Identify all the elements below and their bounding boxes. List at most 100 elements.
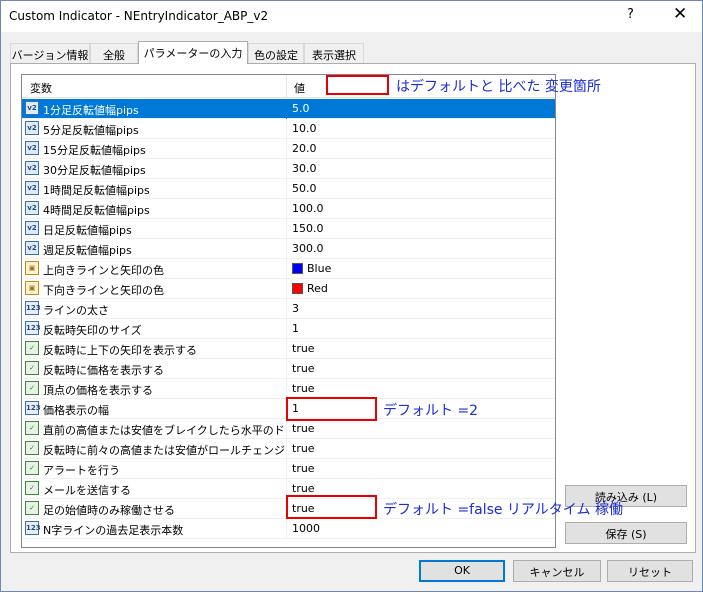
reset-button[interactable]: リセット: [607, 560, 693, 582]
table-row[interactable]: ▣ 上向きラインと矢印の色 Blue: [22, 259, 555, 279]
window-title: Custom Indicator - NEntryIndicator_ABP_v…: [9, 9, 269, 23]
variable-value[interactable]: 1: [292, 322, 552, 335]
value-text: true: [292, 382, 315, 395]
variable-value[interactable]: Red: [292, 282, 552, 295]
variable-value[interactable]: true: [292, 442, 552, 455]
column-divider: [286, 519, 287, 539]
variable-value[interactable]: 3: [292, 302, 552, 315]
variable-name: 1時間足反転値幅pips: [43, 184, 150, 197]
variable-name: 下向きラインと矢印の色: [43, 284, 164, 297]
table-row[interactable]: ▣ 下向きラインと矢印の色 Red: [22, 279, 555, 299]
column-divider: [286, 439, 287, 459]
legend-red-box: [326, 75, 389, 95]
variable-value[interactable]: true: [292, 482, 552, 495]
color-swatch: [292, 263, 303, 274]
double-type-icon: v2: [25, 221, 39, 235]
variable-value[interactable]: true: [292, 422, 552, 435]
value-text: 150.0: [292, 222, 324, 235]
boolean-type-icon: ✓: [25, 421, 39, 435]
save-button[interactable]: 保存 (S): [565, 522, 687, 544]
column-divider: [286, 419, 287, 439]
variable-name: 日足反転値幅pips: [43, 224, 132, 237]
variable-value[interactable]: 5.0: [292, 102, 552, 115]
double-type-icon: v2: [25, 201, 39, 215]
variable-value[interactable]: 20.0: [292, 142, 552, 155]
variable-value[interactable]: 30.0: [292, 162, 552, 175]
variable-name: 価格表示の幅: [43, 404, 109, 417]
value-text: Red: [307, 282, 328, 295]
variable-name: 頂点の価格を表示する: [43, 384, 153, 397]
variable-value[interactable]: 150.0: [292, 222, 552, 235]
column-divider: [286, 379, 287, 399]
column-divider: [286, 459, 287, 479]
variable-value[interactable]: Blue: [292, 262, 552, 275]
variable-value[interactable]: 100.0: [292, 202, 552, 215]
parameters-grid[interactable]: 変数 値 v2 1分足反転値幅pips 5.0 v2 5分足反転値幅pips 10.0 v2…: [21, 74, 556, 548]
value-text: 50.0: [292, 182, 317, 195]
table-row[interactable]: v2 日足反転値幅pips 150.0: [22, 219, 555, 239]
table-row[interactable]: 123 ラインの太さ 3: [22, 299, 555, 319]
table-row[interactable]: ✓ 頂点の価格を表示する true: [22, 379, 555, 399]
custom-indicator-dialog: Custom Indicator - NEntryIndicator_ABP_v…: [0, 0, 703, 592]
value-text: 1000: [292, 522, 320, 535]
table-row[interactable]: v2 4時間足反転値幅pips 100.0: [22, 199, 555, 219]
table-row[interactable]: ✓ 反転時に前々の高値または安値がロールチェンジ... true: [22, 439, 555, 459]
variable-name: 15分足反転値幅pips: [43, 144, 146, 157]
double-type-icon: v2: [25, 121, 39, 135]
width-red-box: [286, 397, 377, 421]
value-text: 20.0: [292, 142, 317, 155]
table-row[interactable]: v2 30分足反転値幅pips 30.0: [22, 159, 555, 179]
boolean-type-icon: ✓: [25, 441, 39, 455]
close-icon[interactable]: ✕: [673, 4, 687, 24]
tab-colors[interactable]: 色の設定: [248, 43, 304, 63]
help-icon[interactable]: ?: [627, 7, 634, 22]
table-row[interactable]: ✓ 反転時に価格を表示する true: [22, 359, 555, 379]
header-variable[interactable]: 変数: [30, 80, 52, 96]
legend-annotation: はデフォルトと 比べた 変更箇所: [396, 79, 601, 95]
table-row[interactable]: ✓ アラートを行う true: [22, 459, 555, 479]
variable-value[interactable]: true: [292, 462, 552, 475]
table-row[interactable]: ✓ 反転時に上下の矢印を表示する true: [22, 339, 555, 359]
variable-name: 4時間足反転値幅pips: [43, 204, 150, 217]
start-red-box: [286, 495, 377, 519]
width-annotation: デフォルト =2: [383, 403, 479, 419]
tab-version-info[interactable]: バージョン情報: [10, 43, 90, 63]
table-row[interactable]: v2 1分足反転値幅pips 5.0: [22, 99, 555, 119]
value-text: 3: [292, 302, 299, 315]
table-row[interactable]: v2 15分足反転値幅pips 20.0: [22, 139, 555, 159]
value-text: 100.0: [292, 202, 324, 215]
value-text: 1: [292, 322, 299, 335]
variable-value[interactable]: 1000: [292, 522, 552, 535]
variable-value[interactable]: true: [292, 382, 552, 395]
tab-visualization[interactable]: 表示選択: [304, 43, 364, 63]
double-type-icon: v2: [25, 161, 39, 175]
variable-value[interactable]: 300.0: [292, 242, 552, 255]
value-text: Blue: [307, 262, 332, 275]
boolean-type-icon: ✓: [25, 501, 39, 515]
column-divider: [286, 219, 287, 239]
ok-button[interactable]: OK: [419, 560, 505, 582]
variable-value[interactable]: true: [292, 342, 552, 355]
table-row[interactable]: ✓ 直前の高値または安値をブレイクしたら水平のドッ... true: [22, 419, 555, 439]
tab-general[interactable]: 全般: [90, 43, 138, 63]
variable-name: 反転時に価格を表示する: [43, 364, 164, 377]
variable-value[interactable]: true: [292, 362, 552, 375]
table-row[interactable]: 123 N字ラインの過去足表示本数 1000: [22, 519, 555, 539]
cancel-button[interactable]: キャンセル: [513, 560, 601, 582]
double-type-icon: v2: [25, 181, 39, 195]
tab-parameters[interactable]: パラメーターの入力: [138, 41, 248, 64]
variable-value[interactable]: 10.0: [292, 122, 552, 135]
value-text: true: [292, 422, 315, 435]
color-type-icon: ▣: [25, 261, 39, 275]
table-row[interactable]: 123 反転時矢印のサイズ 1: [22, 319, 555, 339]
table-row[interactable]: v2 週足反転値幅pips 300.0: [22, 239, 555, 259]
variable-value[interactable]: 50.0: [292, 182, 552, 195]
header-value[interactable]: 値: [294, 80, 305, 96]
table-row[interactable]: v2 1時間足反転値幅pips 50.0: [22, 179, 555, 199]
boolean-type-icon: ✓: [25, 341, 39, 355]
double-type-icon: v2: [25, 141, 39, 155]
table-row[interactable]: v2 5分足反転値幅pips 10.0: [22, 119, 555, 139]
integer-type-icon: 123: [25, 321, 41, 335]
value-text: 10.0: [292, 122, 317, 135]
column-divider: [286, 339, 287, 359]
